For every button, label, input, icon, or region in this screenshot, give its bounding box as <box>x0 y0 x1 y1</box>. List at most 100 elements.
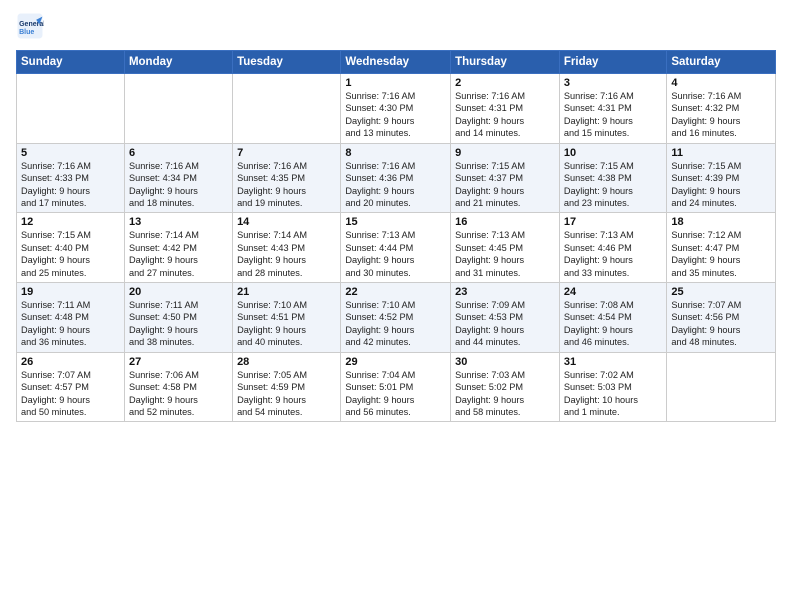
day-cell: 6Sunrise: 7:16 AM Sunset: 4:34 PM Daylig… <box>124 143 232 213</box>
day-info: Sunrise: 7:14 AM Sunset: 4:42 PM Dayligh… <box>129 229 228 279</box>
day-cell: 2Sunrise: 7:16 AM Sunset: 4:31 PM Daylig… <box>451 74 560 144</box>
day-cell: 18Sunrise: 7:12 AM Sunset: 4:47 PM Dayli… <box>667 213 776 283</box>
day-number: 18 <box>671 216 771 228</box>
day-number: 30 <box>455 356 555 368</box>
day-number: 19 <box>21 286 120 298</box>
day-info: Sunrise: 7:04 AM Sunset: 5:01 PM Dayligh… <box>345 369 446 419</box>
day-info: Sunrise: 7:10 AM Sunset: 4:51 PM Dayligh… <box>237 299 336 349</box>
day-number: 2 <box>455 77 555 89</box>
day-cell <box>233 74 341 144</box>
weekday-header-wednesday: Wednesday <box>341 51 451 74</box>
day-number: 15 <box>345 216 446 228</box>
day-number: 11 <box>671 147 771 159</box>
day-cell: 11Sunrise: 7:15 AM Sunset: 4:39 PM Dayli… <box>667 143 776 213</box>
day-number: 29 <box>345 356 446 368</box>
day-number: 1 <box>345 77 446 89</box>
day-number: 10 <box>564 147 662 159</box>
day-info: Sunrise: 7:11 AM Sunset: 4:48 PM Dayligh… <box>21 299 120 349</box>
day-cell <box>667 352 776 422</box>
day-info: Sunrise: 7:15 AM Sunset: 4:38 PM Dayligh… <box>564 160 662 210</box>
day-cell: 30Sunrise: 7:03 AM Sunset: 5:02 PM Dayli… <box>451 352 560 422</box>
calendar-body: 1Sunrise: 7:16 AM Sunset: 4:30 PM Daylig… <box>17 74 776 422</box>
day-number: 4 <box>671 77 771 89</box>
day-number: 28 <box>237 356 336 368</box>
weekday-header-sunday: Sunday <box>17 51 125 74</box>
day-cell: 15Sunrise: 7:13 AM Sunset: 4:44 PM Dayli… <box>341 213 451 283</box>
day-number: 12 <box>21 216 120 228</box>
day-info: Sunrise: 7:06 AM Sunset: 4:58 PM Dayligh… <box>129 369 228 419</box>
day-cell: 13Sunrise: 7:14 AM Sunset: 4:42 PM Dayli… <box>124 213 232 283</box>
day-cell: 31Sunrise: 7:02 AM Sunset: 5:03 PM Dayli… <box>559 352 666 422</box>
day-cell: 5Sunrise: 7:16 AM Sunset: 4:33 PM Daylig… <box>17 143 125 213</box>
day-info: Sunrise: 7:16 AM Sunset: 4:34 PM Dayligh… <box>129 160 228 210</box>
day-number: 16 <box>455 216 555 228</box>
day-number: 13 <box>129 216 228 228</box>
day-cell: 10Sunrise: 7:15 AM Sunset: 4:38 PM Dayli… <box>559 143 666 213</box>
day-number: 5 <box>21 147 120 159</box>
day-info: Sunrise: 7:03 AM Sunset: 5:02 PM Dayligh… <box>455 369 555 419</box>
day-cell: 19Sunrise: 7:11 AM Sunset: 4:48 PM Dayli… <box>17 283 125 353</box>
day-info: Sunrise: 7:02 AM Sunset: 5:03 PM Dayligh… <box>564 369 662 419</box>
day-info: Sunrise: 7:13 AM Sunset: 4:44 PM Dayligh… <box>345 229 446 279</box>
svg-text:Blue: Blue <box>19 29 34 36</box>
day-number: 3 <box>564 77 662 89</box>
day-cell: 20Sunrise: 7:11 AM Sunset: 4:50 PM Dayli… <box>124 283 232 353</box>
weekday-header-friday: Friday <box>559 51 666 74</box>
day-info: Sunrise: 7:07 AM Sunset: 4:57 PM Dayligh… <box>21 369 120 419</box>
day-cell: 16Sunrise: 7:13 AM Sunset: 4:45 PM Dayli… <box>451 213 560 283</box>
day-cell: 14Sunrise: 7:14 AM Sunset: 4:43 PM Dayli… <box>233 213 341 283</box>
day-number: 14 <box>237 216 336 228</box>
day-info: Sunrise: 7:15 AM Sunset: 4:39 PM Dayligh… <box>671 160 771 210</box>
weekday-row: SundayMondayTuesdayWednesdayThursdayFrid… <box>17 51 776 74</box>
logo: General Blue <box>16 12 48 40</box>
day-cell: 26Sunrise: 7:07 AM Sunset: 4:57 PM Dayli… <box>17 352 125 422</box>
day-info: Sunrise: 7:08 AM Sunset: 4:54 PM Dayligh… <box>564 299 662 349</box>
day-number: 8 <box>345 147 446 159</box>
day-number: 6 <box>129 147 228 159</box>
day-cell: 4Sunrise: 7:16 AM Sunset: 4:32 PM Daylig… <box>667 74 776 144</box>
day-number: 25 <box>671 286 771 298</box>
week-row-5: 26Sunrise: 7:07 AM Sunset: 4:57 PM Dayli… <box>17 352 776 422</box>
day-cell: 22Sunrise: 7:10 AM Sunset: 4:52 PM Dayli… <box>341 283 451 353</box>
day-info: Sunrise: 7:13 AM Sunset: 4:46 PM Dayligh… <box>564 229 662 279</box>
weekday-header-monday: Monday <box>124 51 232 74</box>
day-number: 27 <box>129 356 228 368</box>
day-info: Sunrise: 7:15 AM Sunset: 4:37 PM Dayligh… <box>455 160 555 210</box>
day-cell: 1Sunrise: 7:16 AM Sunset: 4:30 PM Daylig… <box>341 74 451 144</box>
day-cell: 17Sunrise: 7:13 AM Sunset: 4:46 PM Dayli… <box>559 213 666 283</box>
day-cell: 27Sunrise: 7:06 AM Sunset: 4:58 PM Dayli… <box>124 352 232 422</box>
day-info: Sunrise: 7:15 AM Sunset: 4:40 PM Dayligh… <box>21 229 120 279</box>
week-row-2: 5Sunrise: 7:16 AM Sunset: 4:33 PM Daylig… <box>17 143 776 213</box>
day-info: Sunrise: 7:16 AM Sunset: 4:35 PM Dayligh… <box>237 160 336 210</box>
day-cell: 7Sunrise: 7:16 AM Sunset: 4:35 PM Daylig… <box>233 143 341 213</box>
day-number: 20 <box>129 286 228 298</box>
day-info: Sunrise: 7:07 AM Sunset: 4:56 PM Dayligh… <box>671 299 771 349</box>
day-cell: 9Sunrise: 7:15 AM Sunset: 4:37 PM Daylig… <box>451 143 560 213</box>
day-number: 17 <box>564 216 662 228</box>
day-cell: 3Sunrise: 7:16 AM Sunset: 4:31 PM Daylig… <box>559 74 666 144</box>
day-cell <box>124 74 232 144</box>
day-number: 9 <box>455 147 555 159</box>
day-info: Sunrise: 7:05 AM Sunset: 4:59 PM Dayligh… <box>237 369 336 419</box>
day-cell: 23Sunrise: 7:09 AM Sunset: 4:53 PM Dayli… <box>451 283 560 353</box>
page: General Blue SundayMondayTuesdayWednesda… <box>0 0 792 430</box>
day-info: Sunrise: 7:10 AM Sunset: 4:52 PM Dayligh… <box>345 299 446 349</box>
weekday-header-saturday: Saturday <box>667 51 776 74</box>
day-info: Sunrise: 7:16 AM Sunset: 4:36 PM Dayligh… <box>345 160 446 210</box>
day-cell: 8Sunrise: 7:16 AM Sunset: 4:36 PM Daylig… <box>341 143 451 213</box>
day-info: Sunrise: 7:16 AM Sunset: 4:32 PM Dayligh… <box>671 90 771 140</box>
week-row-3: 12Sunrise: 7:15 AM Sunset: 4:40 PM Dayli… <box>17 213 776 283</box>
weekday-header-tuesday: Tuesday <box>233 51 341 74</box>
day-number: 22 <box>345 286 446 298</box>
day-number: 26 <box>21 356 120 368</box>
day-number: 21 <box>237 286 336 298</box>
day-cell: 29Sunrise: 7:04 AM Sunset: 5:01 PM Dayli… <box>341 352 451 422</box>
logo-icon: General Blue <box>16 12 44 40</box>
day-info: Sunrise: 7:14 AM Sunset: 4:43 PM Dayligh… <box>237 229 336 279</box>
day-info: Sunrise: 7:16 AM Sunset: 4:30 PM Dayligh… <box>345 90 446 140</box>
header: General Blue <box>16 12 776 40</box>
day-info: Sunrise: 7:11 AM Sunset: 4:50 PM Dayligh… <box>129 299 228 349</box>
day-cell: 12Sunrise: 7:15 AM Sunset: 4:40 PM Dayli… <box>17 213 125 283</box>
calendar: SundayMondayTuesdayWednesdayThursdayFrid… <box>16 50 776 422</box>
day-cell: 21Sunrise: 7:10 AM Sunset: 4:51 PM Dayli… <box>233 283 341 353</box>
